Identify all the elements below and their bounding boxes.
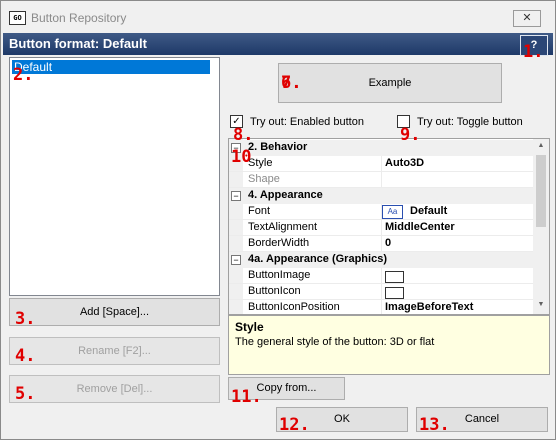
scroll-thumb[interactable] [536,155,546,227]
marker-11: 11. [231,387,262,407]
marker-13: 13. [419,415,450,435]
column-divider [381,236,382,252]
property-value[interactable]: Auto3D [385,157,424,169]
property-row-textalignment[interactable]: TextAlignment MiddleCenter [229,220,533,236]
column-divider [381,300,382,314]
category-appearance[interactable]: − 4. Appearance [229,188,533,204]
property-name: ButtonIcon [248,285,301,297]
marker-8: 8. [233,125,254,145]
property-name: Shape [248,173,280,185]
marker-2: 2. [13,65,34,85]
property-value[interactable]: 0 [385,237,391,249]
column-divider [381,284,382,300]
format-title: Button format: Default [9,36,147,51]
column-divider [381,220,382,236]
scroll-up-icon[interactable]: ▲ [533,139,549,153]
property-row-buttonicon[interactable]: ButtonIcon [229,284,533,300]
icon-swatch[interactable] [385,287,404,299]
property-row-borderwidth[interactable]: BorderWidth 0 [229,236,533,252]
property-name: BorderWidth [248,237,310,249]
property-row-style[interactable]: Style Auto3D [229,156,533,172]
button-format-list[interactable]: Default [9,57,220,296]
column-divider [381,156,382,172]
property-name: Style [248,157,273,169]
collapse-icon[interactable]: − [231,255,241,265]
remove-button[interactable]: Remove [Del]... [9,375,220,403]
category-behavior[interactable]: − 2. Behavior [229,140,533,156]
marker-12: 12. [279,415,310,435]
marker-1: 1. [523,42,544,62]
property-name: TextAlignment [248,221,318,233]
collapse-icon[interactable]: − [231,191,241,201]
close-button[interactable]: ✕ [513,10,541,27]
property-value[interactable]: MiddleCenter [385,221,455,233]
grid-scrollbar[interactable]: ▲ ▼ [533,139,549,314]
property-row-buttoniconposition[interactable]: ButtonIconPosition ImageBeforeText [229,300,533,314]
enabled-checkbox-label[interactable]: Try out: Enabled button [250,116,364,128]
category-label: 4. Appearance [248,189,323,201]
property-description: Style The general style of the button: 3… [228,315,550,375]
marker-10: 10 [231,147,252,167]
property-row-font[interactable]: Font Aa Default [229,204,533,220]
category-appearance-graphics[interactable]: − 4a. Appearance (Graphics) [229,252,533,268]
marker-5: 5. [15,384,36,404]
window-title: Button Repository [31,11,127,25]
font-icon: Aa [382,205,403,219]
marker-7: 7. [281,73,302,93]
scroll-down-icon[interactable]: ▼ [533,298,549,312]
image-swatch[interactable] [385,271,404,283]
property-name: Font [248,205,271,217]
title-bar: GO Button Repository ✕ [1,1,555,33]
property-row-shape[interactable]: Shape [229,172,533,188]
toggle-checkbox-label[interactable]: Try out: Toggle button [417,116,523,128]
column-divider [381,172,382,188]
format-header: Button format: Default [3,33,553,55]
button-repository-window: GO Button Repository ✕ Button format: De… [0,0,556,440]
property-value[interactable]: ImageBeforeText [385,301,473,313]
app-icon: GO [9,11,26,25]
property-value[interactable]: Default [410,205,447,217]
rename-button[interactable]: Rename [F2]... [9,337,220,365]
add-button[interactable]: Add [Space]... [9,298,220,326]
list-item[interactable]: Default [12,60,210,74]
description-title: Style [235,320,264,334]
property-row-buttonimage[interactable]: ButtonImage [229,268,533,284]
property-name: ButtonImage [248,269,311,281]
property-grid[interactable]: − 2. Behavior Style Auto3D Shape − 4. Ap… [228,138,550,315]
category-label: 4a. Appearance (Graphics) [248,253,387,265]
marker-9: 9. [400,125,421,145]
description-text: The general style of the button: 3D or f… [235,336,435,348]
column-divider [381,268,382,284]
marker-3: 3. [15,309,36,329]
example-button[interactable]: Example [278,63,502,103]
category-label: 2. Behavior [248,141,308,153]
property-name: ButtonIconPosition [248,301,340,313]
marker-4: 4. [15,346,36,366]
